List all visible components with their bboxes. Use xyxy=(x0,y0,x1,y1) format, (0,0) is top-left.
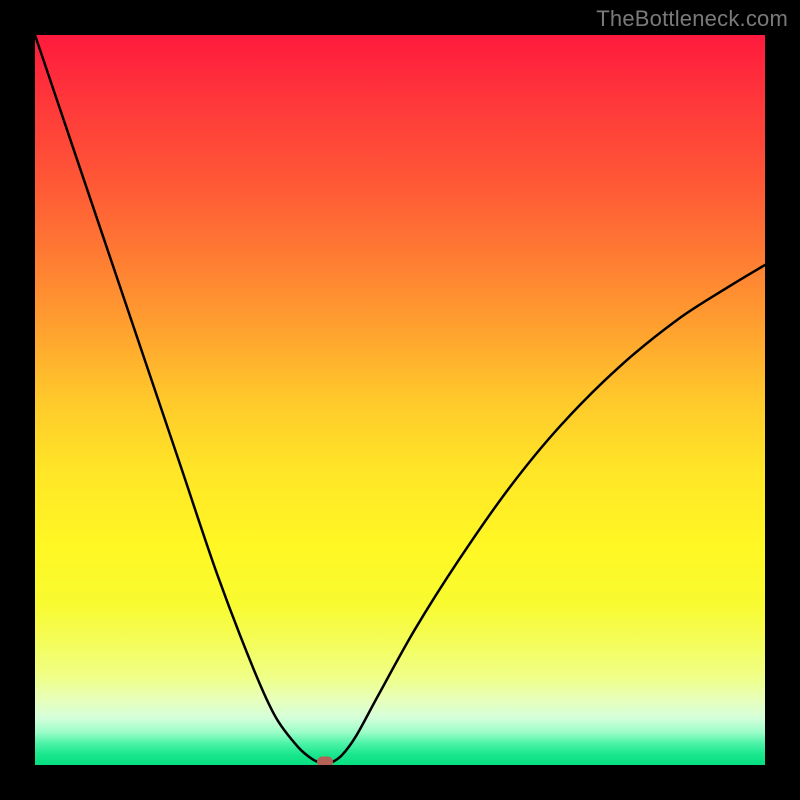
bottleneck-curve xyxy=(35,35,765,765)
optimal-point-marker xyxy=(317,757,333,765)
chart-frame xyxy=(35,35,765,765)
watermark-text: TheBottleneck.com xyxy=(596,6,788,32)
